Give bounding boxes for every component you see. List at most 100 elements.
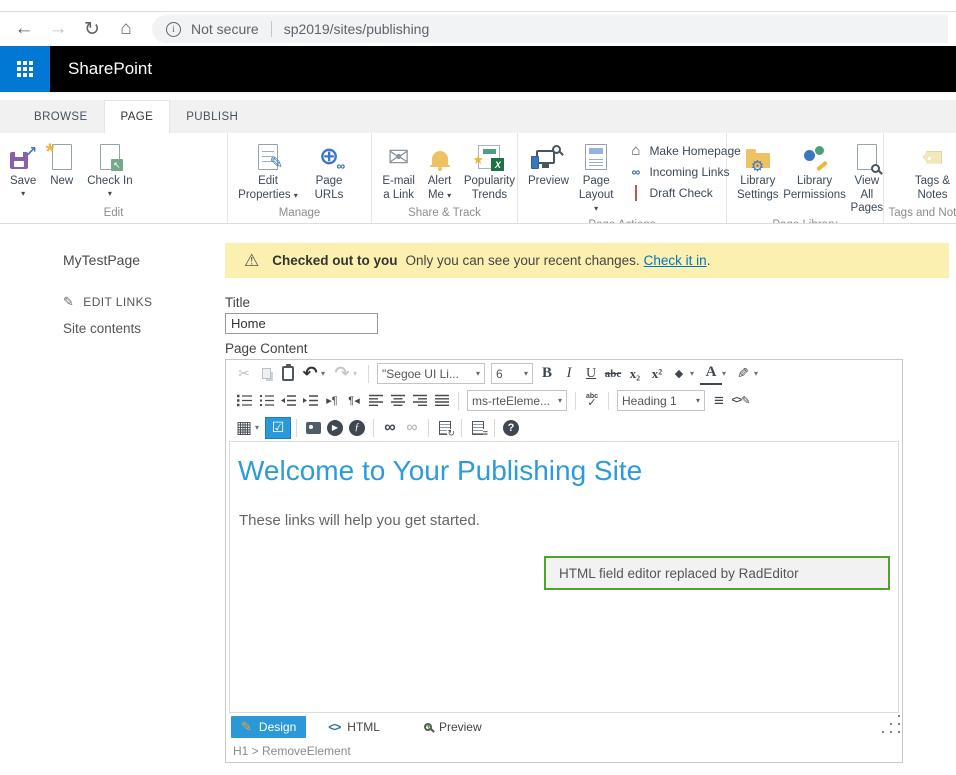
italic-icon[interactable]: I	[558, 363, 580, 385]
url-text[interactable]: sp2019/sites/publishing	[284, 21, 430, 37]
numbered-list-icon[interactable]	[255, 390, 277, 412]
page-urls-button[interactable]: ⊕ ∞ Page URLs	[308, 138, 350, 203]
subscript-icon[interactable]: x₂	[624, 363, 646, 385]
email-link-button[interactable]: ✉ E-mail a Link	[380, 138, 417, 203]
not-secure-info-icon[interactable]: i	[166, 21, 181, 37]
html-mode-button[interactable]: <> HTML	[318, 716, 390, 738]
bold-icon[interactable]: B	[536, 363, 558, 385]
nav-item-mytestpage[interactable]: MyTestPage	[63, 252, 225, 268]
bullet-list-icon[interactable]	[233, 390, 255, 412]
draft-check-button[interactable]: Draft Check	[627, 182, 740, 203]
copy-icon[interactable]	[255, 363, 277, 385]
popularity-trends-button[interactable]: ★ X Popularity Trends	[462, 138, 517, 203]
preview-button[interactable]: Preview	[526, 138, 571, 190]
tab-page[interactable]: PAGE	[103, 100, 171, 133]
edit-properties-icon: ✎	[258, 144, 283, 172]
browser-refresh-icon[interactable]: ↻	[78, 15, 106, 43]
group-label-share-track: Share & Track	[408, 207, 481, 219]
redo-dropdown-icon[interactable]: ▾	[353, 369, 363, 378]
group-label-page-library: Page Library	[727, 217, 883, 223]
design-mode-button[interactable]: ✎ Design	[231, 715, 307, 738]
spell-check-icon[interactable]: abc ✓	[581, 390, 603, 412]
cut-icon[interactable]: ✂	[233, 363, 255, 385]
content-paragraph[interactable]: These links will help you get started.	[239, 512, 898, 529]
align-right-icon[interactable]	[409, 390, 431, 412]
title-input[interactable]	[225, 313, 378, 334]
element-path[interactable]: H1 > RemoveElement	[233, 744, 351, 758]
save-button[interactable]: ↗ Save ▾	[8, 138, 38, 199]
incoming-links-button[interactable]: ∞ Incoming Links	[627, 161, 740, 182]
highlight-color-icon[interactable]: ◆	[668, 363, 690, 385]
paste-icon[interactable]	[277, 363, 299, 385]
nav-item-site-contents[interactable]: Site contents	[63, 321, 225, 336]
format-code-block-icon[interactable]: <> ✎	[730, 390, 752, 412]
incoming-links-icon: ∞	[631, 164, 641, 179]
strikethrough-icon[interactable]: abc	[602, 363, 624, 385]
view-all-pages-button[interactable]: View All Pages	[849, 138, 886, 217]
paragraph-style-select[interactable]: Heading 1 ▾	[617, 390, 705, 411]
waffle-icon	[17, 61, 21, 65]
alert-me-button[interactable]: Alert Me ▾	[425, 138, 454, 203]
rtl-paragraph-icon[interactable]: ¶◂	[343, 390, 365, 412]
insert-table-dropdown-icon[interactable]: ▾	[255, 423, 265, 432]
flash-manager-icon[interactable]: ƒ	[346, 417, 368, 439]
font-name-select[interactable]: "Segoe UI Li... ▾	[377, 363, 485, 384]
align-left-icon[interactable]	[365, 390, 387, 412]
font-color-icon[interactable]: A	[700, 363, 722, 385]
highlight-dropdown-icon[interactable]: ▾	[690, 369, 700, 378]
edit-links-button[interactable]: ✎ EDIT LINKS	[63, 294, 225, 310]
font-size-select[interactable]: 6 ▾	[491, 363, 533, 384]
font-color-dropdown-icon[interactable]: ▾	[722, 369, 732, 378]
remove-link-icon[interactable]: ∞	[401, 417, 423, 439]
library-permissions-button[interactable]: Library Permissions	[783, 138, 846, 203]
content-heading[interactable]: Welcome to Your Publishing Site	[238, 455, 898, 487]
suite-brand[interactable]: SharePoint	[68, 46, 152, 92]
address-bar[interactable]: i Not secure sp2019/sites/publishing	[152, 15, 948, 43]
editor-toolbar-row-3: ▦ ▾ ☑ ▶ ƒ ∞ ∞ ↻ ≡ ?	[226, 414, 902, 441]
make-homepage-button[interactable]: ⌂ Make Homepage	[627, 140, 740, 161]
new-page-button[interactable]: * New	[45, 138, 75, 190]
ltr-paragraph-icon[interactable]: ▸¶	[321, 390, 343, 412]
library-settings-button[interactable]: ⚙ Library Settings	[735, 138, 781, 203]
css-class-select[interactable]: ms-rteEleme... ▾	[467, 390, 567, 411]
justify-icon[interactable]	[431, 390, 453, 412]
editor-content-area[interactable]: Welcome to Your Publishing Site These li…	[229, 441, 899, 713]
link-manager-icon[interactable]: ∞	[379, 417, 401, 439]
tags-notes-button[interactable]: Tags & Notes	[908, 138, 956, 203]
app-launcher-button[interactable]	[0, 46, 50, 92]
indent-icon[interactable]	[299, 390, 321, 412]
format-painter-dropdown-icon[interactable]: ▾	[754, 369, 764, 378]
embed-code-toggle-icon[interactable]: ☑	[265, 416, 291, 439]
format-painter-icon[interactable]: ✎	[732, 363, 754, 385]
email-icon: ✉	[387, 142, 410, 172]
insert-table-icon[interactable]: ▦	[233, 417, 255, 439]
media-manager-icon[interactable]: ▶	[324, 417, 346, 439]
page-layout-button[interactable]: Page Layout ▾	[577, 138, 616, 217]
resize-grip[interactable]	[890, 723, 892, 725]
edit-properties-button[interactable]: ✎ Edit Properties ▾	[236, 138, 300, 203]
browser-home-icon[interactable]: ⌂	[112, 15, 140, 43]
browser-back-icon[interactable]: ←	[10, 15, 38, 43]
tab-publish[interactable]: PUBLISH	[170, 100, 254, 133]
ribbon-group-edit: ↗ Save ▾ * New ↖ Check In ▾ Edit	[0, 133, 228, 223]
group-label-tags-notes: Tags and Notes	[888, 207, 956, 219]
outdent-icon[interactable]	[277, 390, 299, 412]
help-icon[interactable]: ?	[500, 417, 522, 439]
check-it-in-link[interactable]: Check it in	[644, 253, 707, 268]
tab-browse[interactable]: BROWSE	[18, 100, 104, 133]
undo-dropdown-icon[interactable]: ▾	[321, 369, 331, 378]
redo-icon[interactable]: ↷	[331, 363, 353, 385]
underline-icon[interactable]: U	[580, 363, 602, 385]
browser-forward-icon[interactable]: →	[44, 15, 72, 43]
image-manager-icon[interactable]	[302, 417, 324, 439]
preview-mode-button[interactable]: Preview	[414, 716, 492, 738]
check-in-button[interactable]: ↖ Check In ▾	[85, 138, 134, 199]
align-center-icon[interactable]	[387, 390, 409, 412]
document-manager-icon[interactable]: ↻	[434, 417, 456, 439]
check-in-icon: ↖	[99, 144, 123, 171]
template-manager-icon[interactable]: ≡	[467, 417, 489, 439]
line-spacing-icon[interactable]: ≡	[708, 390, 730, 412]
undo-icon[interactable]: ↶	[299, 363, 321, 385]
html-code-icon: <>	[328, 719, 341, 734]
superscript-icon[interactable]: x²	[646, 363, 668, 385]
